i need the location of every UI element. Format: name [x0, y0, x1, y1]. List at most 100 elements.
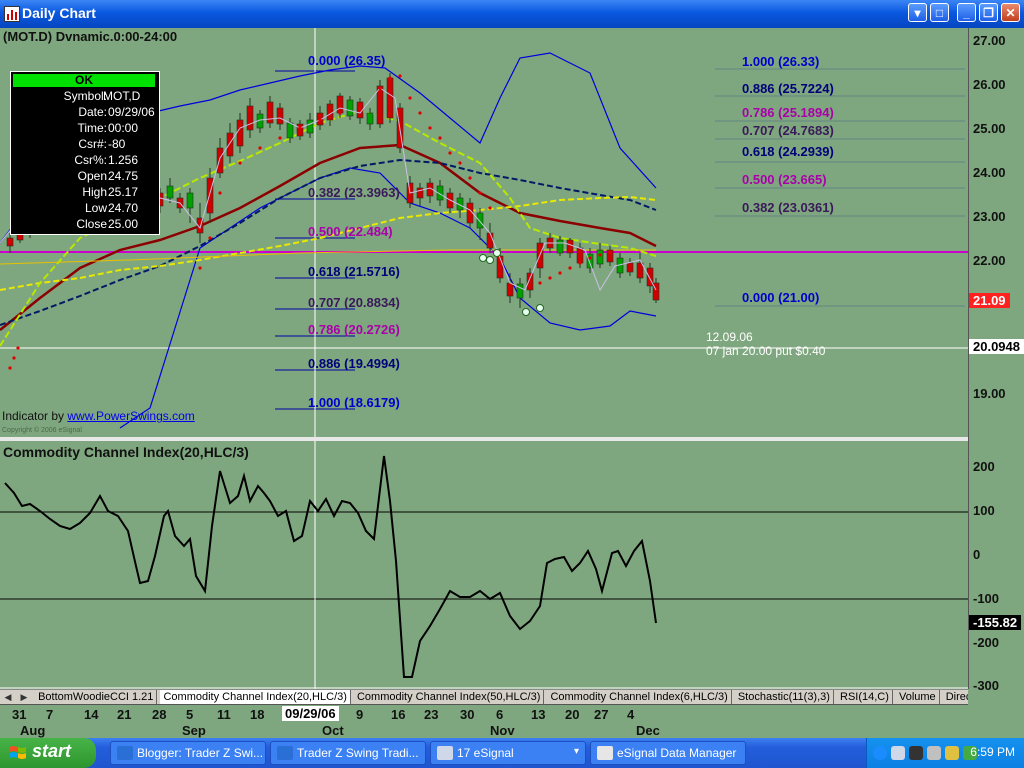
- tab-cci-50[interactable]: Commodity Channel Index(50,HLC/3): [354, 690, 545, 704]
- candle-body: [636, 262, 644, 279]
- date-tick: 13: [531, 707, 546, 722]
- system-tray: 6:59 PM: [866, 738, 1024, 768]
- minimize-button[interactable]: _: [957, 3, 976, 22]
- info-label: Close: [76, 217, 107, 231]
- close-button[interactable]: ✕: [1001, 3, 1020, 22]
- tab-stochastic[interactable]: Stochastic(11(3),3): [735, 690, 834, 704]
- sar-dot: [418, 111, 422, 115]
- info-value: 09/29/06: [108, 105, 155, 119]
- info-value: MOT,D: [103, 89, 141, 103]
- chart-symbol-label: (MOT.D) Dvnamic.0:00-24:00: [3, 29, 178, 44]
- sar-dot: [398, 74, 402, 78]
- taskbar-item-data-manager[interactable]: eSignal Data Manager: [590, 741, 746, 765]
- sar-dot: [598, 253, 602, 257]
- windows-flag-icon: [10, 746, 26, 759]
- sar-dot: [298, 126, 302, 130]
- price-tick: 23.00: [973, 209, 1006, 224]
- tray-network-icon[interactable]: [891, 746, 905, 760]
- price-tick: 27.00: [973, 33, 1006, 48]
- month-label: Sep: [182, 723, 206, 738]
- window-menu-button[interactable]: ▾: [908, 3, 927, 22]
- price-tick: 24.00: [973, 165, 1006, 180]
- sar-dot: [558, 271, 562, 275]
- sar-dot: [16, 346, 20, 350]
- start-button[interactable]: start: [0, 738, 96, 768]
- taskbar-item-trader-z[interactable]: Trader Z Swing Tradi...: [270, 741, 426, 765]
- fib-right-label: 0.618 (24.2939): [742, 144, 834, 159]
- taskbar-item-label: Trader Z Swing Tradi...: [297, 746, 419, 760]
- candle-body: [346, 99, 354, 117]
- date-tick: 20: [565, 707, 580, 722]
- cci-canvas[interactable]: [0, 441, 968, 689]
- date-tick: 11: [217, 707, 231, 722]
- fib-left-label: 0.382 (23.3963): [308, 185, 400, 200]
- info-label: Time:: [77, 121, 107, 135]
- tray-help-icon[interactable]: [873, 746, 887, 760]
- ie-icon: [277, 746, 293, 760]
- tab-directional[interactable]: Directiona: [943, 690, 968, 704]
- signal-circle-marker: [493, 249, 501, 257]
- date-axis[interactable]: 31 7 14 21 28 5 11 18 09/29/06 9 16 23 3…: [0, 704, 968, 739]
- sar-dot: [408, 96, 412, 100]
- taskbar-item-blogger[interactable]: Blogger: Trader Z Swi...: [110, 741, 266, 765]
- cci-pane[interactable]: Commodity Channel Index(20,HLC/3): [0, 441, 968, 689]
- tab-cci-6[interactable]: Commodity Channel Index(6,HLC/3): [547, 690, 732, 704]
- price-chart-pane[interactable]: (MOT.D) Dvnamic.0:00-24:00 OK Symbol: MO…: [0, 28, 968, 438]
- value-scale[interactable]: 27.00 26.00 25.00 24.00 23.00 22.00 19.0…: [968, 28, 1024, 693]
- candle-body: [576, 247, 584, 264]
- taskbar-item-label: Blogger: Trader Z Swi...: [137, 746, 264, 760]
- date-tick: 31: [12, 707, 27, 722]
- fib-right-label: 0.000 (21.00): [742, 290, 820, 305]
- candle-body: [336, 95, 344, 114]
- fib-left-label: 0.707 (20.8834): [308, 295, 400, 310]
- tab-rsi[interactable]: RSI(14,C): [837, 690, 893, 704]
- tab-cci-20[interactable]: Commodity Channel Index(20,HLC/3): [160, 690, 351, 704]
- taskbar-item-esignal-group[interactable]: 17 eSignal ▾: [430, 741, 586, 765]
- date-tick: 30: [460, 707, 475, 722]
- candle-body: [476, 212, 484, 229]
- tray-device-icon[interactable]: [927, 746, 941, 760]
- tray-printer-icon[interactable]: [909, 746, 923, 760]
- month-label: Dec: [636, 723, 660, 738]
- fib-left-label: 0.618 (21.5716): [308, 264, 400, 279]
- tab-volume[interactable]: Volume: [896, 690, 940, 704]
- ie-icon: [117, 746, 133, 760]
- tab-scroll-right-icon[interactable]: ▶: [16, 692, 32, 703]
- indicator-credit-label: Indicator by: [2, 409, 65, 423]
- tray-volume-icon[interactable]: [945, 746, 959, 760]
- tab-bottomwoodiecci[interactable]: BottomWoodieCCI 1.21: [35, 690, 158, 704]
- cci-title: Commodity Channel Index(20,HLC/3): [3, 444, 249, 460]
- date-tick: 18: [250, 707, 265, 722]
- candle-body: [556, 239, 564, 254]
- price-tick: 25.00: [973, 121, 1006, 136]
- link-window-button[interactable]: □: [930, 3, 949, 22]
- info-label: Open: [77, 169, 107, 183]
- sar-dot: [448, 151, 452, 155]
- tab-scroll-left-icon[interactable]: ◀: [0, 692, 16, 703]
- candle-body: [286, 122, 294, 139]
- candle-body: [526, 272, 534, 291]
- info-value: 24.70: [108, 201, 139, 215]
- cursor-info-box: OK Symbol: MOT,D Date: 09/29/06 Time: 00…: [10, 71, 160, 235]
- price-tick: 26.00: [973, 77, 1006, 92]
- candle-body: [386, 77, 394, 119]
- cci-tick: -200: [973, 635, 1000, 650]
- candle-body: [516, 283, 524, 299]
- date-tick: 23: [424, 707, 439, 722]
- fib-left-label: 0.500 (22.484): [308, 224, 393, 239]
- candle-body: [626, 262, 634, 273]
- info-value: 00:00: [108, 121, 139, 135]
- info-value: 1.256: [108, 153, 139, 167]
- candle-body: [596, 249, 604, 265]
- candle-body: [376, 85, 384, 125]
- sar-dot: [388, 76, 392, 80]
- month-label: Oct: [322, 723, 344, 738]
- study-tabs: ◀ ▶ BottomWoodieCCI 1.21 Commodity Channe…: [0, 689, 968, 705]
- group-dropdown-icon: ▾: [573, 746, 579, 757]
- info-value: 25.17: [108, 185, 139, 199]
- taskbar-item-label: eSignal Data Manager: [617, 746, 737, 760]
- powerswings-link[interactable]: www.PowerSwings.com: [67, 409, 194, 423]
- restore-button[interactable]: ❐: [979, 3, 998, 22]
- candle-body: [236, 119, 244, 147]
- cci-tick: 100: [973, 503, 995, 518]
